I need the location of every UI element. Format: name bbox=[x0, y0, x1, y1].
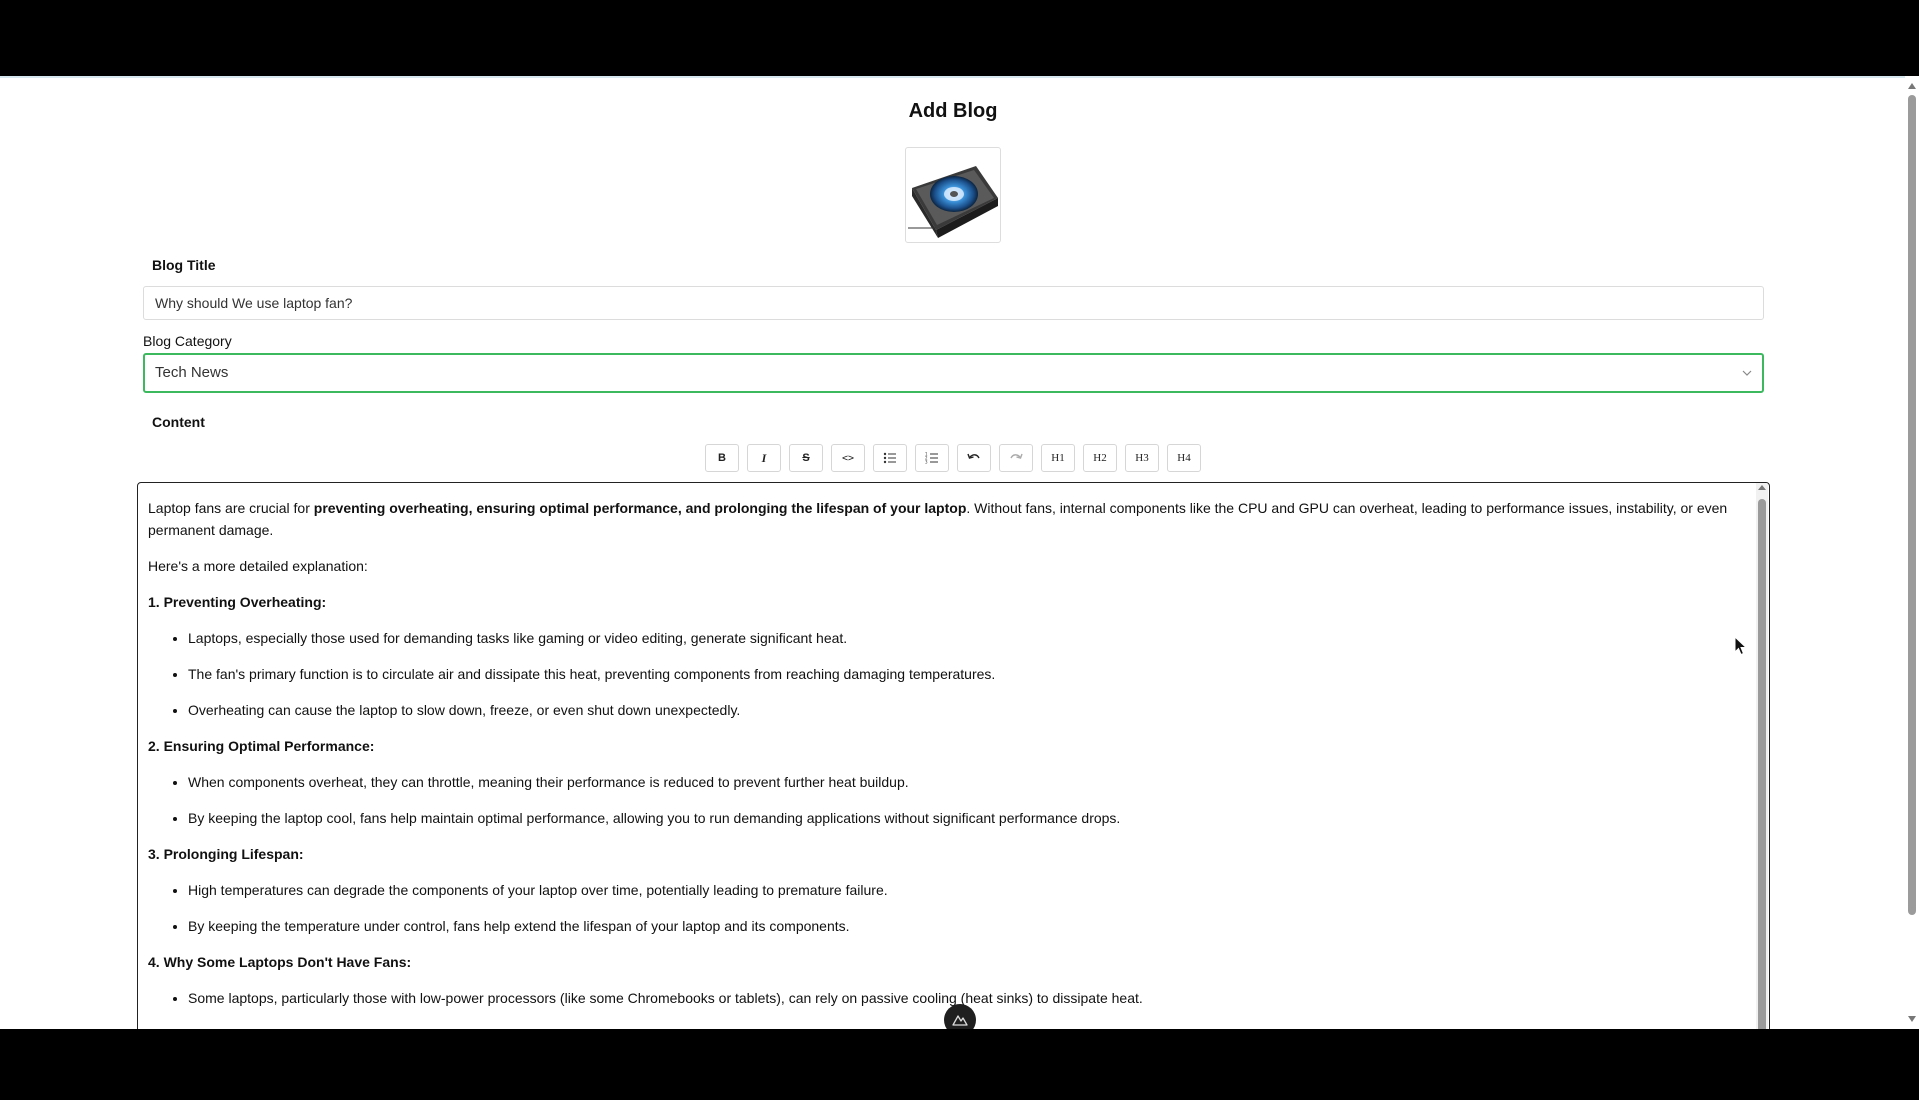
code-icon: <> bbox=[841, 452, 855, 464]
heading-1-button[interactable]: H1 bbox=[1041, 444, 1075, 472]
heading-4-icon: H4 bbox=[1177, 452, 1191, 464]
page-scroll-down-arrow[interactable] bbox=[1908, 1016, 1916, 1022]
section-heading: 3. Prolonging Lifespan: bbox=[148, 846, 304, 862]
redo-icon bbox=[1010, 453, 1023, 459]
list-item: Laptops, especially those used for deman… bbox=[188, 627, 1738, 649]
add-blog-page: Add Blog Blog Title Why should We use la… bbox=[0, 76, 1919, 1029]
section-heading: 2. Ensuring Optimal Performance: bbox=[148, 738, 375, 754]
page-title: Add Blog bbox=[908, 100, 998, 122]
intro-text-bold: preventing overheating, ensuring optimal… bbox=[313, 500, 967, 516]
heading-4-button[interactable]: H4 bbox=[1167, 444, 1201, 472]
strikethrough-button[interactable]: S bbox=[789, 444, 823, 472]
top-black-bar bbox=[0, 0, 1919, 76]
editor-toolbar: B I S <> 1 2 3 H1 H2 H3 H4 bbox=[705, 444, 1201, 472]
list-item: The fan's primary function is to circula… bbox=[188, 663, 1738, 685]
ordered-list-icon: 1 2 3 bbox=[925, 452, 938, 465]
bullet-list-button[interactable] bbox=[873, 444, 907, 472]
editor-content[interactable]: Laptop fans are crucial for preventing o… bbox=[148, 497, 1738, 1023]
page-scroll-up-arrow[interactable] bbox=[1908, 83, 1916, 89]
heading-2-icon: H2 bbox=[1093, 452, 1107, 464]
bullet-list-icon bbox=[883, 452, 896, 464]
list-item: When components overheat, they can throt… bbox=[188, 771, 1738, 793]
chevron-down-icon bbox=[1742, 370, 1752, 376]
blog-image-thumbnail[interactable] bbox=[905, 147, 1001, 243]
section-heading: 1. Preventing Overheating: bbox=[148, 594, 327, 610]
list-item: Overheating can cause the laptop to slow… bbox=[188, 699, 1738, 721]
strikethrough-icon: S bbox=[802, 452, 810, 464]
blog-category-label: Blog Category bbox=[143, 333, 232, 349]
heading-1-icon: H1 bbox=[1051, 452, 1065, 464]
bold-button[interactable]: B bbox=[705, 444, 739, 472]
blog-category-value: Tech News bbox=[155, 364, 229, 381]
page-scrollbar-thumb[interactable] bbox=[1908, 95, 1916, 915]
section-heading: 4. Why Some Laptops Don't Have Fans: bbox=[148, 954, 412, 970]
section-list: High temperatures can degrade the compon… bbox=[188, 879, 1738, 937]
intro-text-start: Laptop fans are crucial for bbox=[148, 500, 314, 516]
list-item: By keeping the laptop cool, fans help ma… bbox=[188, 807, 1738, 829]
section-list: When components overheat, they can throt… bbox=[188, 771, 1738, 829]
editor-scroll-up-arrow[interactable] bbox=[1758, 485, 1766, 490]
intro-paragraph: Laptop fans are crucial for preventing o… bbox=[148, 497, 1738, 541]
svg-text:3: 3 bbox=[925, 460, 928, 465]
list-item: By keeping the temperature under control… bbox=[188, 915, 1738, 937]
code-button[interactable]: <> bbox=[831, 444, 865, 472]
blog-category-select[interactable]: Tech News bbox=[143, 353, 1764, 393]
undo-icon bbox=[967, 453, 980, 459]
content-label: Content bbox=[152, 414, 205, 430]
heading-2-button[interactable]: H2 bbox=[1083, 444, 1117, 472]
explanation-paragraph: Here's a more detailed explanation: bbox=[148, 558, 368, 574]
laptop-cooling-pad-image bbox=[908, 166, 998, 238]
blog-title-input[interactable]: Why should We use laptop fan? bbox=[143, 286, 1764, 320]
nuxt-logo-icon bbox=[952, 1015, 968, 1026]
italic-button[interactable]: I bbox=[747, 444, 781, 472]
blog-title-label: Blog Title bbox=[152, 257, 216, 273]
content-editor[interactable]: Laptop fans are crucial for preventing o… bbox=[137, 482, 1770, 1029]
undo-button[interactable] bbox=[957, 444, 991, 472]
heading-3-button[interactable]: H3 bbox=[1125, 444, 1159, 472]
mouse-cursor-icon bbox=[1734, 636, 1748, 656]
heading-3-icon: H3 bbox=[1135, 452, 1149, 464]
bold-icon: B bbox=[718, 452, 726, 464]
redo-button[interactable] bbox=[999, 444, 1033, 472]
italic-icon: I bbox=[761, 450, 767, 465]
bottom-black-bar bbox=[0, 1029, 1919, 1100]
ordered-list-button[interactable]: 1 2 3 bbox=[915, 444, 949, 472]
editor-scrollbar-thumb[interactable] bbox=[1758, 499, 1766, 1029]
list-item: High temperatures can degrade the compon… bbox=[188, 879, 1738, 901]
section-list: Laptops, especially those used for deman… bbox=[188, 627, 1738, 721]
